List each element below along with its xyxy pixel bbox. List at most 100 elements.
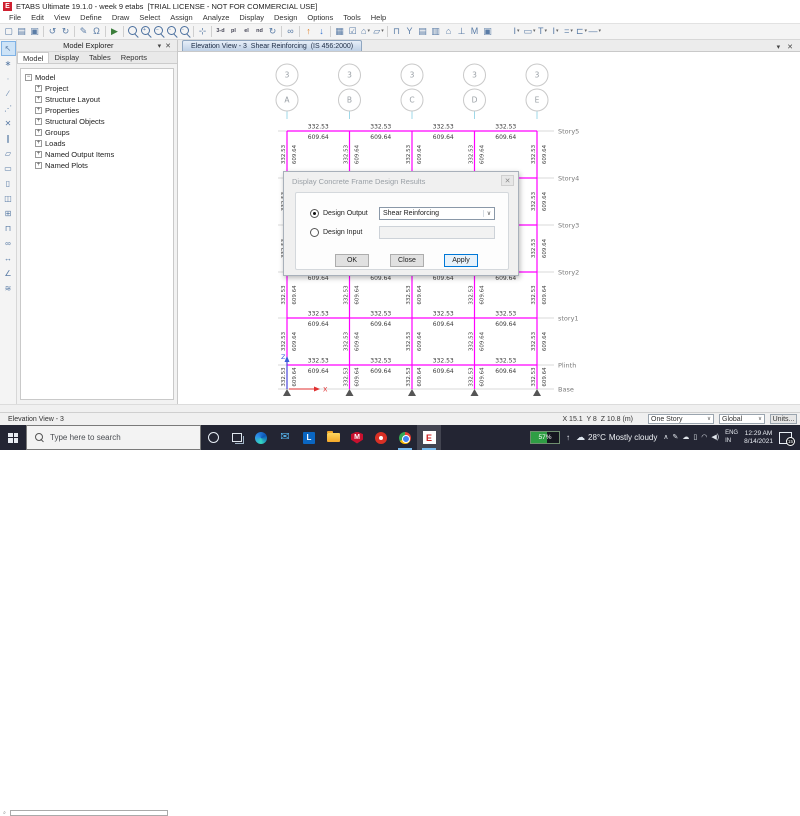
tree-node-named-output-items[interactable]: + Named Output Items (35, 149, 173, 160)
design-output-radio[interactable] (310, 209, 319, 218)
story-mode-select[interactable]: One Story ∨ (648, 414, 714, 424)
task-view-icon[interactable] (225, 425, 249, 450)
menu-design[interactable]: Design (269, 13, 302, 22)
network-icon[interactable]: ◠ (701, 434, 707, 441)
onedrive-icon[interactable]: ☁ (682, 434, 689, 441)
undo-icon[interactable]: ↺ (47, 25, 59, 38)
menu-view[interactable]: View (49, 13, 75, 22)
draw-joint-icon[interactable]: ∙ (2, 72, 15, 85)
support-icon[interactable]: ⊥ (456, 25, 468, 38)
tree-node-model[interactable]: − Model (25, 72, 173, 83)
quick-draw-secondary-beams-icon[interactable]: ∥ (2, 132, 15, 145)
quick-draw-wall-icon[interactable]: ◫ (2, 192, 15, 205)
expand-icon[interactable]: + (35, 162, 42, 169)
elevation-view-tab[interactable]: Elevation View - 3 Shear Reinforcing (IS… (182, 40, 363, 51)
view-close-icon[interactable]: ✕ (787, 43, 793, 51)
open-model-icon[interactable]: ▤ (16, 25, 28, 38)
menu-assign[interactable]: Assign (165, 13, 198, 22)
battery-widget[interactable]: 57% (530, 431, 561, 444)
flip-icon[interactable]: ≋ (2, 282, 15, 295)
menu-file[interactable]: File (4, 13, 26, 22)
tab-tables[interactable]: Tables (84, 52, 116, 63)
model-explorer-header[interactable]: Model Explorer ▾ ✕ (17, 40, 177, 52)
weather-widget[interactable]: ☁ 28°C Mostly cloudy (576, 432, 657, 443)
line-section-icon[interactable]: — (589, 25, 602, 38)
draw-wall-icon[interactable]: ⊓ (391, 25, 403, 38)
design-output-combobox[interactable]: Shear Reinforcing ∨ (379, 207, 495, 220)
volume-icon[interactable]: ◀) (711, 434, 719, 441)
expand-icon[interactable]: + (35, 107, 42, 114)
tree-node-structure-layout[interactable]: + Structure Layout (35, 94, 173, 105)
named-view-icon[interactable]: nd (254, 25, 266, 38)
stairs-icon[interactable]: ▤ (417, 25, 429, 38)
draw-dimension-icon[interactable]: ↔ (2, 252, 15, 265)
box-icon[interactable]: ▣ (482, 25, 494, 38)
draw-window-icon[interactable]: ⊞ (2, 207, 15, 220)
draw-floor-icon[interactable]: ▱ (2, 147, 15, 160)
mass-icon[interactable]: M (469, 25, 481, 38)
mcafee-icon[interactable]: M (345, 425, 369, 450)
plan-view-icon[interactable]: pl (228, 25, 240, 38)
draw-brace-icon[interactable]: Y (404, 25, 416, 38)
building-options-icon[interactable]: ⌂ (360, 25, 372, 38)
apply-button[interactable]: Apply (444, 254, 478, 267)
draw-frame-icon[interactable]: ∕ (2, 87, 15, 100)
pencil-icon[interactable]: ✎ (78, 25, 90, 38)
object-viewer-icon[interactable]: ∞ (285, 25, 297, 38)
command-icon[interactable]: ⌕ (1, 810, 8, 816)
t-section-icon[interactable]: T (537, 25, 549, 38)
lock-model-icon[interactable]: Ω (91, 25, 103, 38)
object-display-icon[interactable]: ▦ (334, 25, 346, 38)
tree-node-properties[interactable]: + Properties (35, 105, 173, 116)
i-section-icon[interactable]: I (511, 25, 523, 38)
menu-options[interactable]: Options (302, 13, 338, 22)
language-indicator[interactable]: ENG IN (725, 430, 738, 444)
chrome-icon[interactable] (393, 425, 417, 450)
equal-section-icon[interactable]: = (563, 25, 575, 38)
expand-icon[interactable]: + (35, 85, 42, 92)
channel-section-icon[interactable]: ⊏ (576, 25, 588, 38)
zoom-out-icon[interactable]: − (153, 25, 165, 38)
ramp-icon[interactable]: ▥ (430, 25, 442, 38)
tree-node-structural-objects[interactable]: + Structural Objects (35, 116, 173, 127)
tab-model[interactable]: Model (17, 52, 50, 63)
redo-icon[interactable]: ↻ (60, 25, 72, 38)
rubber-band-zoom-icon[interactable] (127, 25, 139, 38)
menu-tools[interactable]: Tools (338, 13, 366, 22)
draw-door-icon[interactable]: ⊓ (2, 222, 15, 235)
file-explorer-icon[interactable] (321, 425, 345, 450)
quick-draw-frame-icon[interactable]: ⋰ (2, 102, 15, 115)
zoom-previous-icon[interactable]: ◦ (179, 25, 191, 38)
set-display-options-icon[interactable]: ☑ (347, 25, 359, 38)
rect-section-icon[interactable]: ▭ (524, 25, 536, 38)
mail-icon[interactable]: ✉ (273, 425, 297, 450)
reshape-icon[interactable]: ∗ (2, 57, 15, 70)
menu-display[interactable]: Display (234, 13, 269, 22)
red-app-icon[interactable] (369, 425, 393, 450)
draw-link-icon[interactable]: ∞ (2, 237, 15, 250)
tree-node-loads[interactable]: + Loads (35, 138, 173, 149)
start-button[interactable] (0, 425, 26, 450)
expand-icon[interactable]: + (35, 129, 42, 136)
run-analysis-icon[interactable]: ▶ (109, 25, 121, 38)
battery-icon[interactable]: ▯ (693, 434, 697, 441)
coordinate-system-select[interactable]: Global ∨ (719, 414, 765, 424)
edge-icon[interactable] (249, 425, 273, 450)
menu-analyze[interactable]: Analyze (198, 13, 235, 22)
zoom-in-icon[interactable]: + (140, 25, 152, 38)
panel-menu-icon[interactable]: ▾ (156, 42, 164, 50)
tree-node-groups[interactable]: + Groups (35, 127, 173, 138)
units-button[interactable]: Units... (770, 414, 797, 424)
cortana-icon[interactable] (201, 425, 225, 450)
expand-icon[interactable]: + (35, 140, 42, 147)
linkedin-icon[interactable]: L (297, 425, 321, 450)
panel-close-icon[interactable]: ✕ (163, 42, 173, 50)
rotate-view-icon[interactable]: ↻ (267, 25, 279, 38)
clock[interactable]: 12:29 AM 8/14/2021 (744, 430, 773, 446)
taskbar-search[interactable]: Type here to search (26, 425, 201, 450)
menu-help[interactable]: Help (366, 13, 391, 22)
tab-reports[interactable]: Reports (116, 52, 152, 63)
move-down-icon[interactable]: ↓ (316, 25, 328, 38)
draw-wall-strip-icon[interactable]: ▯ (2, 177, 15, 190)
menu-edit[interactable]: Edit (26, 13, 49, 22)
